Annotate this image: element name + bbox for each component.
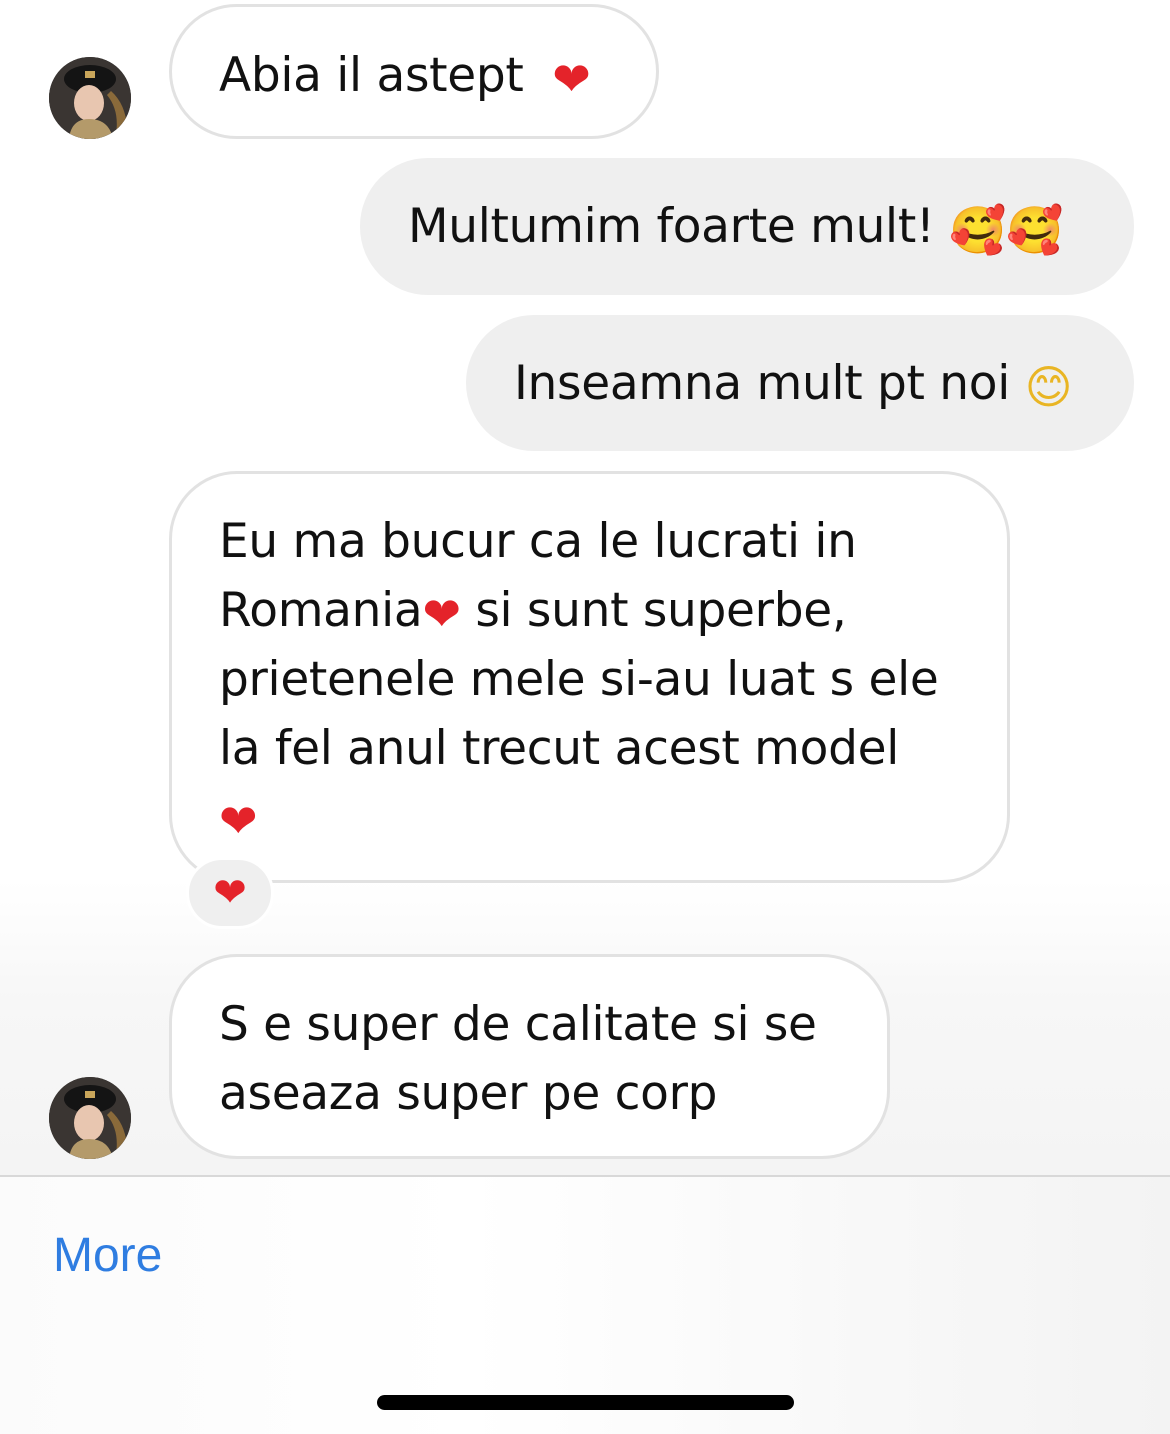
- heart-icon: ❤: [219, 794, 258, 848]
- message-text-line: Eu ma bucur ca le lucrati in: [219, 514, 857, 569]
- avatar-icon: [49, 57, 131, 139]
- more-button[interactable]: More: [53, 1226, 162, 1286]
- heart-icon: ❤: [552, 52, 591, 106]
- incoming-message-bubble[interactable]: Eu ma bucur ca le lucrati in Romania❤ si…: [169, 471, 1010, 883]
- message-text-line: S e super de calitate si se: [219, 997, 817, 1052]
- avatar-icon: [49, 1077, 131, 1159]
- message-text-line: Romania❤ si sunt superbe,: [219, 576, 1007, 645]
- home-indicator[interactable]: [377, 1395, 794, 1410]
- message-text-line: aseaza super pe corp: [219, 1066, 718, 1121]
- smiling-face-with-hearts-icon: 🥰🥰: [949, 203, 1064, 257]
- message-text: Inseamna mult pt noi: [514, 356, 1010, 411]
- incoming-message-bubble[interactable]: S e super de calitate si se aseaza super…: [169, 954, 890, 1159]
- chat-thread[interactable]: Abia il astept ❤ Multumim foarte mult! 🥰…: [0, 0, 1170, 1176]
- message-text-line: ❤: [219, 783, 1007, 852]
- message-text-line: prietenele mele si-au luat s ele: [219, 652, 939, 707]
- message-text: Multumim foarte mult!: [408, 199, 935, 254]
- message-reaction[interactable]: ❤: [186, 857, 274, 929]
- message-text: Romania: [219, 583, 423, 638]
- smiling-face-icon: 😊: [1024, 360, 1073, 414]
- message-text-line: la fel anul trecut acest model: [219, 721, 900, 776]
- contact-avatar[interactable]: [49, 57, 131, 139]
- contact-avatar[interactable]: [49, 1077, 131, 1159]
- heart-icon: ❤: [213, 870, 247, 916]
- heart-icon: ❤: [422, 587, 461, 641]
- incoming-message-bubble[interactable]: Abia il astept ❤: [169, 4, 659, 139]
- outgoing-message-bubble[interactable]: Multumim foarte mult! 🥰🥰: [360, 158, 1134, 295]
- message-text: Abia il astept: [219, 48, 524, 103]
- message-text: si sunt superbe,: [460, 583, 847, 638]
- outgoing-message-bubble[interactable]: Inseamna mult pt noi 😊: [466, 315, 1134, 451]
